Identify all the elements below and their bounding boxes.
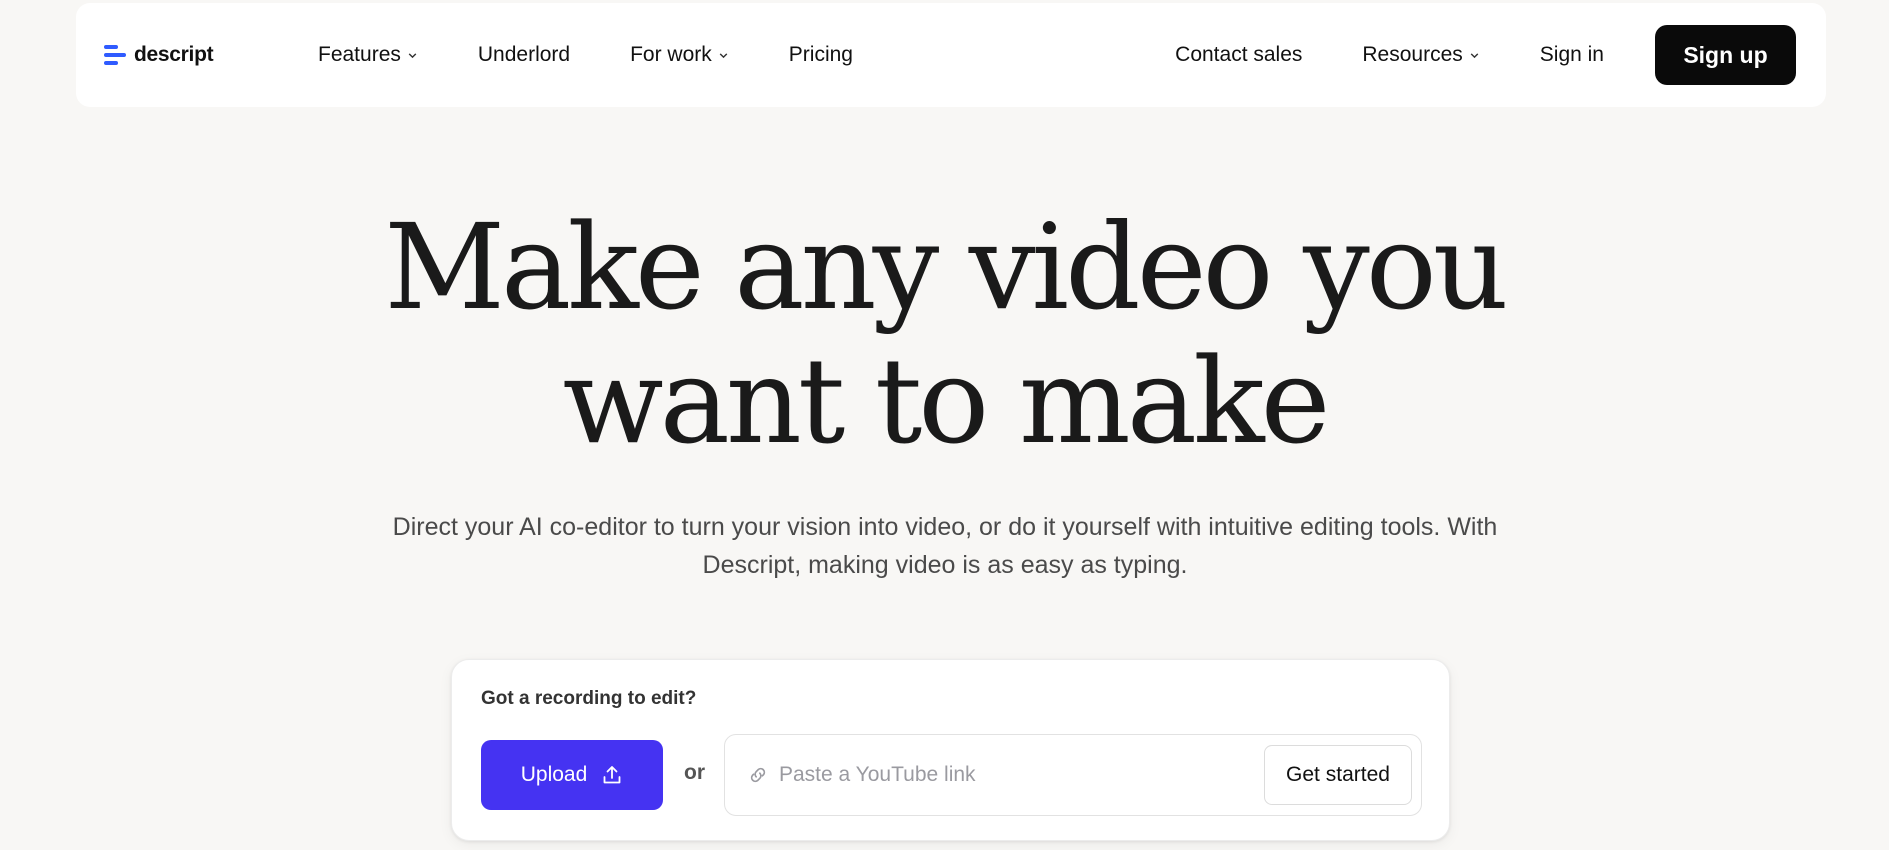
descript-logo[interactable]: descript — [104, 43, 318, 67]
nav-sign-in-label: Sign in — [1539, 43, 1604, 66]
hero-title-line-2: want to make — [562, 332, 1331, 470]
nav-underlord[interactable]: Underlord — [478, 43, 570, 67]
secondary-nav: Contact sales Resources Sign in Sign up — [1175, 25, 1796, 85]
or-separator: or — [684, 761, 705, 784]
get-started-button[interactable]: Get started — [1264, 745, 1412, 805]
nav-pricing[interactable]: Pricing — [789, 43, 853, 67]
chevron-down-icon — [1470, 52, 1479, 58]
nav-pricing-label: Pricing — [788, 43, 853, 66]
upload-button[interactable]: Upload — [481, 740, 663, 810]
nav-underlord-label: Underlord — [477, 43, 571, 66]
nav-features[interactable]: Features — [318, 43, 418, 67]
youtube-link-field: Get started — [724, 734, 1422, 816]
upload-icon — [603, 766, 621, 784]
nav-for-work[interactable]: For work — [630, 43, 729, 67]
sign-up-button[interactable]: Sign up — [1655, 25, 1796, 85]
brand-name: descript — [134, 43, 214, 66]
nav-contact-sales[interactable]: Contact sales — [1175, 43, 1302, 67]
link-icon — [750, 767, 766, 783]
upload-card-label: Got a recording to edit? — [481, 688, 697, 709]
nav-resources-label: Resources — [1362, 43, 1463, 66]
youtube-link-input[interactable] — [779, 763, 1264, 787]
hero-title: Make any video you want to make — [0, 200, 1889, 468]
primary-nav: Features Underlord For work Pricing — [318, 43, 913, 67]
nav-features-label: Features — [318, 43, 401, 66]
upload-card: Got a recording to edit? Upload or Get s… — [451, 659, 1450, 841]
nav-for-work-label: For work — [630, 43, 712, 66]
nav-sign-in[interactable]: Sign in — [1540, 43, 1604, 67]
upload-button-label: Upload — [520, 763, 588, 786]
chevron-down-icon — [408, 52, 417, 58]
nav-contact-sales-label: Contact sales — [1175, 43, 1303, 66]
top-navigation: descript Features Underlord For work Pri… — [76, 3, 1826, 107]
chevron-down-icon — [719, 52, 728, 58]
hero-title-line-1: Make any video you — [384, 198, 1509, 336]
descript-logo-icon — [104, 43, 126, 67]
hero-subtitle: Direct your AI co-editor to turn your vi… — [392, 513, 1498, 579]
nav-resources[interactable]: Resources — [1362, 43, 1479, 67]
